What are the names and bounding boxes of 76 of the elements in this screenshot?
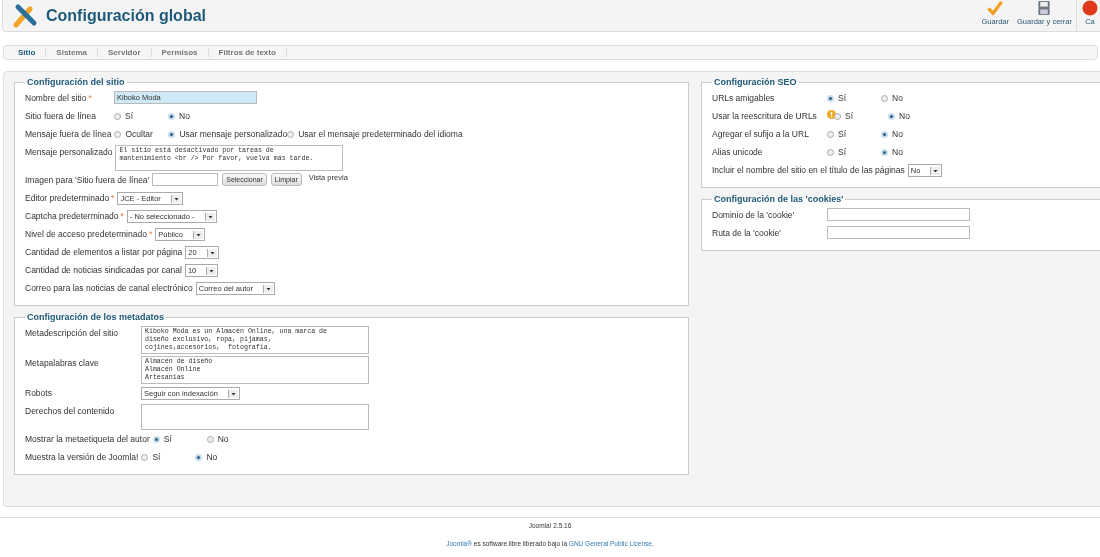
tab[interactable]: Sitio <box>8 48 47 57</box>
radio-label: No <box>217 434 229 444</box>
text-area[interactable] <box>141 404 369 430</box>
radio-label: Sí <box>838 129 847 139</box>
tab[interactable]: Servidor <box>98 48 152 57</box>
radio-label: No <box>892 147 903 157</box>
radio-label: Usar mensaje personalizado <box>179 129 288 139</box>
field-label: Metadescripción del sitio <box>25 327 120 338</box>
radio-label: Usar el mensaje predeterminado del idioma <box>298 129 463 139</box>
checkmark-icon <box>986 0 1005 16</box>
radio-button[interactable] <box>114 112 121 120</box>
field-label: Cantidad de elementos a listar por página <box>25 246 183 257</box>
radio-label: No <box>206 452 218 462</box>
text-field[interactable] <box>827 226 970 239</box>
section-title: Configuración SEO <box>713 77 798 87</box>
radio-button[interactable] <box>827 130 834 138</box>
radio-button[interactable] <box>834 112 841 120</box>
field-label: Mensaje fuera de línea <box>25 128 112 139</box>
radio-label: Sí <box>125 111 134 121</box>
tab[interactable]: Sistema <box>46 48 99 57</box>
field-label: Mensaje personalizado <box>25 146 113 157</box>
section-title: Configuración de los metadatos <box>26 312 166 322</box>
radio-label: Sí <box>838 93 847 103</box>
field-label: URLs amigables <box>712 92 776 103</box>
radio-button[interactable] <box>827 94 834 102</box>
field-label: Sitio fuera de línea <box>25 110 97 121</box>
field-label: Agregar el sufijo a la URL <box>712 128 810 139</box>
field-label: Ruta de la 'cookie' <box>712 227 782 238</box>
field-label: Editor predeterminado * <box>25 192 115 203</box>
cancel-icon <box>1081 0 1099 16</box>
field-label: Dominio de la 'cookie' <box>712 209 796 220</box>
radio-button[interactable] <box>287 130 295 138</box>
radio-button[interactable] <box>168 112 175 120</box>
field-label: Cantidad de noticias sindicadas por canal <box>25 264 182 275</box>
section-title: Configuración del sitio <box>26 77 126 87</box>
field-label: Incluir el nombre del sitio en el título de las páginas <box>712 164 905 175</box>
dropdown-arrow-icon <box>930 166 941 175</box>
page-title: Configuración global <box>46 6 206 25</box>
radio-label: Ocultar <box>125 129 153 139</box>
radio-label: Sí <box>845 111 854 121</box>
radio-button[interactable] <box>206 435 214 443</box>
section-title: Configuración de las 'cookies' <box>713 194 845 204</box>
radio-button[interactable] <box>827 148 834 156</box>
field-label: Muestra la versión de Joomla! <box>25 451 139 462</box>
field-label: Usar la reescritura de URLs <box>712 110 818 121</box>
tab[interactable]: Permisos <box>151 48 209 57</box>
text-field[interactable] <box>827 208 970 221</box>
radio-button[interactable] <box>881 130 888 138</box>
radio-label: Sí <box>838 147 847 157</box>
field-label: Correo para las noticias de canal electrónico <box>25 282 193 293</box>
field-label: Imagen para 'Sitio fuera de línea' <box>25 174 150 185</box>
radio-label: Sí <box>152 452 161 462</box>
field-label: Nivel de acceso predeterminado * <box>25 228 153 239</box>
field-label: Derechos del contenido <box>25 405 116 416</box>
radio-button[interactable] <box>114 130 122 138</box>
radio-label: No <box>899 111 910 121</box>
radio-button[interactable] <box>881 94 888 102</box>
radio-button[interactable] <box>141 453 149 461</box>
field-label: Metapalabras clave <box>25 357 100 368</box>
radio-label: No <box>892 129 903 139</box>
field-label: Robots <box>25 387 53 398</box>
image-path-field[interactable] <box>152 173 219 186</box>
radio-button[interactable] <box>888 112 895 120</box>
radio-button[interactable] <box>195 453 203 461</box>
field-label: Nombre del sitio * <box>25 92 93 103</box>
field-label: Alias unicode <box>712 146 764 157</box>
radio-label: No <box>892 93 903 103</box>
radio-button[interactable] <box>168 130 176 138</box>
field-label: Mostrar la metaetiqueta del autor <box>25 433 150 444</box>
radio-button[interactable] <box>152 435 160 443</box>
radio-label: No <box>179 111 190 121</box>
radio-label: Sí <box>163 434 172 444</box>
tab[interactable]: Filtros de texto <box>208 48 287 57</box>
field-label: Captcha predeterminado * <box>25 210 124 221</box>
radio-button[interactable] <box>881 148 888 156</box>
dropdown-arrow-icon <box>206 266 217 275</box>
